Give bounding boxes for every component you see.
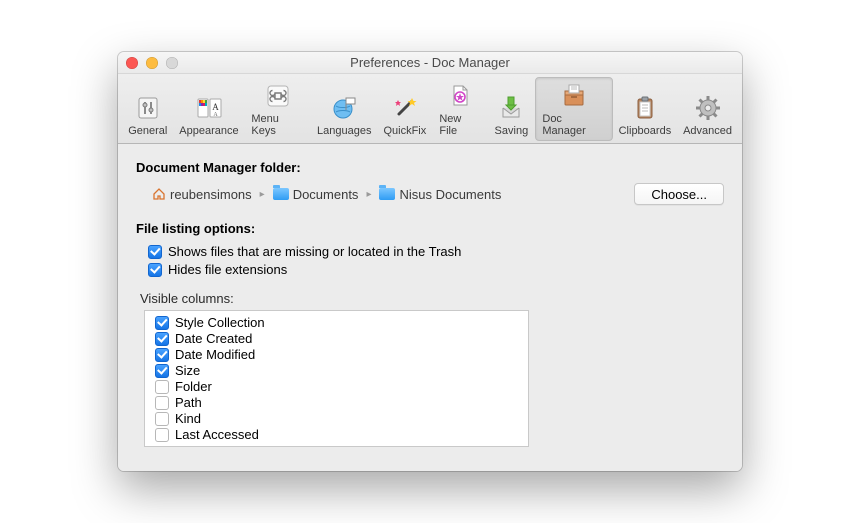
home-icon — [152, 187, 166, 201]
titlebar: Preferences - Doc Manager — [118, 52, 742, 74]
tab-doc-manager[interactable]: Doc Manager — [535, 77, 612, 141]
minimize-icon[interactable] — [146, 57, 158, 69]
tab-label: Clipboards — [619, 125, 672, 137]
checkbox[interactable] — [155, 364, 169, 378]
choose-button[interactable]: Choose... — [634, 183, 724, 205]
breadcrumb-item-documents[interactable]: Documents — [273, 187, 359, 202]
new-file-icon — [445, 81, 475, 111]
svg-text:A: A — [212, 102, 219, 112]
close-icon[interactable] — [126, 57, 138, 69]
tab-label: Appearance — [179, 125, 238, 137]
checkbox[interactable] — [155, 428, 169, 442]
traffic-lights — [126, 57, 178, 69]
breadcrumb-label: reubensimons — [170, 187, 252, 202]
column-date-modified[interactable]: Date Modified — [145, 347, 528, 362]
visible-columns-list: Style Collection Date Created Date Modif… — [144, 310, 529, 447]
tab-new-file[interactable]: New File — [432, 77, 487, 141]
checkbox[interactable] — [155, 348, 169, 362]
zoom-icon[interactable] — [166, 57, 178, 69]
tab-advanced[interactable]: Advanced — [677, 77, 738, 141]
tab-label: Doc Manager — [542, 113, 605, 137]
breadcrumb-label: Documents — [293, 187, 359, 202]
appearance-icon: AA — [194, 93, 224, 123]
tab-label: Languages — [317, 125, 371, 137]
folder-icon — [273, 188, 289, 200]
tab-clipboards[interactable]: Clipboards — [613, 77, 677, 141]
checkbox[interactable] — [148, 263, 162, 277]
column-folder[interactable]: Folder — [145, 379, 528, 394]
breadcrumb: reubensimons ▸ Documents ▸ Nisus Documen… — [152, 187, 624, 202]
preferences-window: Preferences - Doc Manager General AA App… — [118, 52, 742, 471]
column-label: Folder — [175, 379, 212, 394]
tab-appearance[interactable]: AA Appearance — [174, 77, 245, 141]
option-show-missing[interactable]: Shows files that are missing or located … — [136, 244, 724, 259]
breadcrumb-row: reubensimons ▸ Documents ▸ Nisus Documen… — [136, 183, 724, 205]
doc-folder-label: Document Manager folder: — [136, 160, 724, 175]
tab-label: Menu Keys — [251, 113, 304, 137]
tab-general[interactable]: General — [122, 77, 174, 141]
breadcrumb-label: Nisus Documents — [399, 187, 501, 202]
globe-flag-icon — [329, 93, 359, 123]
column-style-collection[interactable]: Style Collection — [145, 315, 528, 330]
checkbox[interactable] — [155, 332, 169, 346]
tab-label: QuickFix — [383, 125, 426, 137]
tab-menu-keys[interactable]: Menu Keys — [244, 77, 311, 141]
column-size[interactable]: Size — [145, 363, 528, 378]
doc-manager-icon — [559, 81, 589, 111]
tab-languages[interactable]: Languages — [311, 77, 377, 141]
column-path[interactable]: Path — [145, 395, 528, 410]
clipboard-icon — [630, 93, 660, 123]
saving-icon — [496, 93, 526, 123]
tab-label: Advanced — [683, 125, 732, 137]
column-label: Last Accessed — [175, 427, 259, 442]
breadcrumb-item-nisus[interactable]: Nisus Documents — [379, 187, 501, 202]
breadcrumb-item-home[interactable]: reubensimons — [152, 187, 252, 202]
magic-wand-icon — [390, 93, 420, 123]
tab-label: General — [128, 125, 167, 137]
column-label: Kind — [175, 411, 201, 426]
sliders-icon — [133, 93, 163, 123]
column-last-accessed[interactable]: Last Accessed — [145, 427, 528, 442]
option-hide-extensions[interactable]: Hides file extensions — [136, 262, 724, 277]
window-title: Preferences - Doc Manager — [350, 55, 510, 70]
column-label: Date Created — [175, 331, 252, 346]
checkbox[interactable] — [155, 396, 169, 410]
folder-icon — [379, 188, 395, 200]
checkbox[interactable] — [148, 245, 162, 259]
column-label: Style Collection — [175, 315, 265, 330]
column-kind[interactable]: Kind — [145, 411, 528, 426]
tab-quickfix[interactable]: QuickFix — [377, 77, 432, 141]
choose-button-label: Choose... — [651, 187, 707, 202]
tab-label: Saving — [495, 125, 529, 137]
column-label: Path — [175, 395, 202, 410]
gear-icon — [693, 93, 723, 123]
chevron-right-icon: ▸ — [258, 189, 267, 200]
option-label: Shows files that are missing or located … — [168, 244, 461, 259]
content-area: Document Manager folder: reubensimons ▸ … — [118, 144, 742, 471]
column-date-created[interactable]: Date Created — [145, 331, 528, 346]
option-label: Hides file extensions — [168, 262, 287, 277]
command-key-icon — [263, 81, 293, 111]
tab-label: New File — [439, 113, 480, 137]
checkbox[interactable] — [155, 316, 169, 330]
visible-columns-label: Visible columns: — [140, 291, 724, 306]
preferences-toolbar: General AA Appearance Menu Keys Language… — [118, 74, 742, 144]
checkbox[interactable] — [155, 380, 169, 394]
chevron-right-icon: ▸ — [364, 189, 373, 200]
svg-text:A: A — [213, 112, 218, 118]
checkbox[interactable] — [155, 412, 169, 426]
file-listing-label: File listing options: — [136, 221, 724, 236]
tab-saving[interactable]: Saving — [487, 77, 535, 141]
column-label: Size — [175, 363, 200, 378]
column-label: Date Modified — [175, 347, 255, 362]
